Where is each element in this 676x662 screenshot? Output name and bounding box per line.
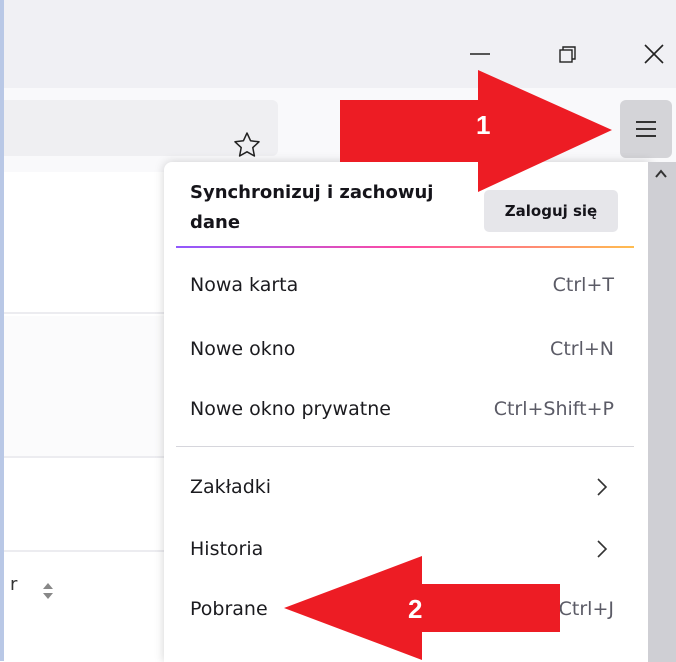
annotation-arrows	[284, 70, 612, 660]
annotation-number-1: 1	[476, 110, 491, 140]
annotation-number-2: 2	[408, 594, 423, 624]
